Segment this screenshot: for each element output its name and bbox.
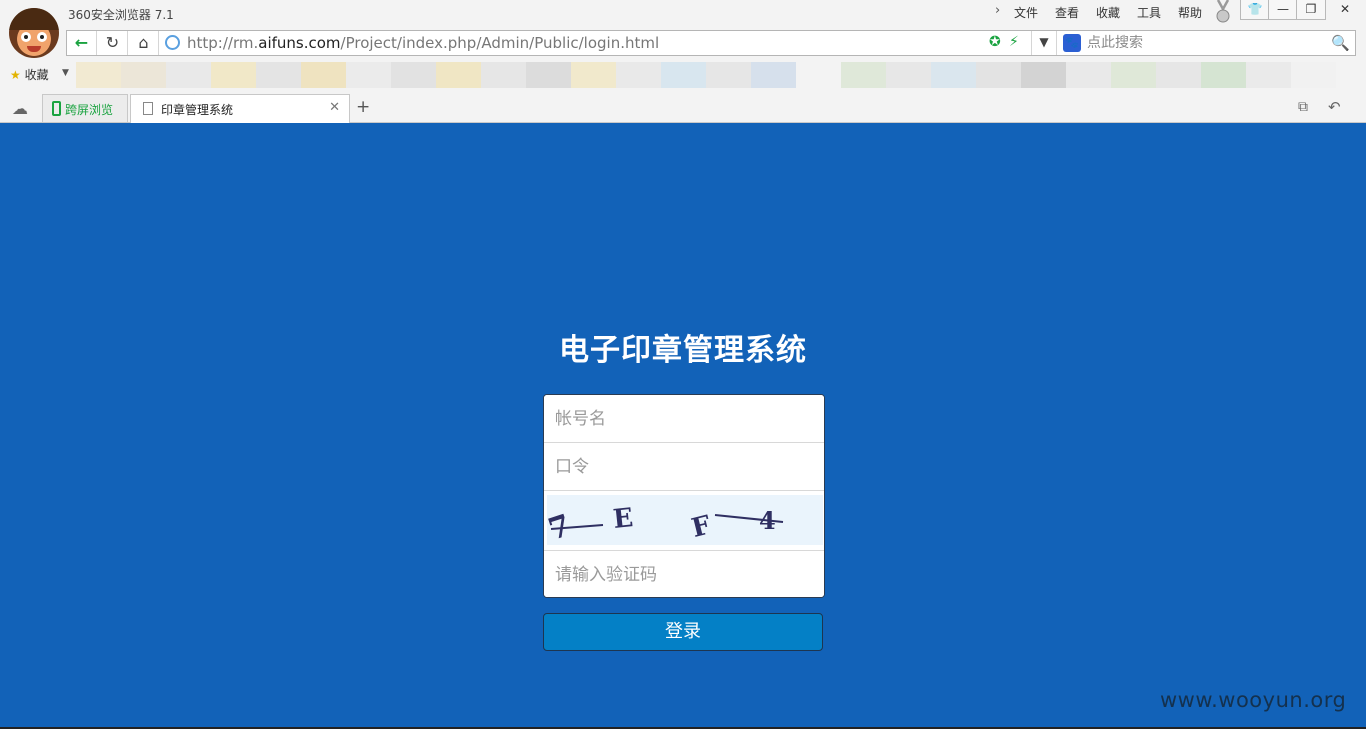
restore-tabs-icon[interactable]: ⧉ <box>1298 99 1308 115</box>
tab-label: 跨屏浏览 <box>65 103 114 117</box>
captcha-graphic: 7 E F 4 <box>544 503 784 548</box>
home-icon[interactable]: ⌂ <box>129 31 159 55</box>
baidu-paw-icon[interactable]: 🐾 <box>1063 34 1081 52</box>
username-input[interactable] <box>544 395 824 442</box>
back-arrow-icon[interactable]: ← <box>67 31 97 55</box>
address-bar: ← ↻ ⌂ http://rm.aifuns.com/Project/index… <box>66 30 1356 56</box>
menu-file[interactable]: 文件 <box>1014 4 1038 21</box>
menu-tools[interactable]: 工具 <box>1137 4 1161 21</box>
chevron-down-icon[interactable]: ▼ <box>62 68 69 78</box>
divider <box>544 490 824 491</box>
url-field[interactable]: http://rm.aifuns.com/Project/index.php/A… <box>187 34 659 52</box>
close-window-button[interactable]: ✕ <box>1324 0 1366 20</box>
plus-icon[interactable]: + <box>356 97 370 117</box>
captcha-char: F <box>689 510 715 544</box>
search-icon[interactable]: 🔍 <box>1331 34 1350 52</box>
browser-chrome: 360安全浏览器 7.1 › 文件 查看 收藏 工具 帮助 👕 — ❐ ✕ ← … <box>0 0 1366 123</box>
app-title: 360安全浏览器 7.1 <box>68 8 174 22</box>
globe-icon <box>165 35 180 50</box>
phone-icon <box>52 101 61 116</box>
captcha-input[interactable] <box>544 551 824 597</box>
document-icon <box>143 102 153 115</box>
password-input[interactable] <box>544 443 824 490</box>
favorites-items-blurred <box>76 62 1336 88</box>
user-avatar[interactable] <box>9 8 59 58</box>
menu-help[interactable]: 帮助 <box>1178 4 1202 21</box>
tab-cross-screen[interactable]: 跨屏浏览 <box>42 94 128 122</box>
medal-icon[interactable] <box>1213 0 1233 24</box>
favorites-bar: ★ 收藏 ▼ <box>0 62 1366 90</box>
url-prefix: http://rm. <box>187 34 259 52</box>
tab-label: 印章管理系统 <box>161 103 234 117</box>
restore-button[interactable]: ❐ <box>1296 0 1326 20</box>
menu-view[interactable]: 查看 <box>1055 4 1079 21</box>
chevron-right-icon[interactable]: › <box>995 3 1000 18</box>
url-domain: aifuns.com <box>258 34 341 52</box>
undo-icon[interactable]: ↶ <box>1328 98 1341 116</box>
search-input[interactable] <box>1087 33 1327 53</box>
speed-lightning-icon[interactable]: ⚡ <box>1009 34 1019 50</box>
url-path: /Project/index.php/Admin/Public/login.ht… <box>340 34 660 52</box>
menu-favorites[interactable]: 收藏 <box>1096 4 1120 21</box>
captcha-char: E <box>612 503 635 535</box>
minimize-button[interactable]: — <box>1268 0 1298 20</box>
captcha-char: 4 <box>759 506 776 535</box>
tab-seal-system[interactable]: 印章管理系统 ✕ <box>130 94 350 123</box>
cloud-icon[interactable]: ☁ <box>12 99 28 118</box>
tab-bar: ☁ 跨屏浏览 印章管理系统 ✕ + ⧉ ↶ <box>0 92 1366 123</box>
captcha-image[interactable]: 7 E F 4 <box>544 495 823 548</box>
close-icon[interactable]: ✕ <box>329 100 340 115</box>
security-shield-icon[interactable]: ✪ <box>989 34 1001 50</box>
chevron-down-icon[interactable]: ▼ <box>1031 31 1057 55</box>
skin-button[interactable]: 👕 <box>1240 0 1270 20</box>
favorites-label: 收藏 <box>24 68 49 82</box>
refresh-icon[interactable]: ↻ <box>98 31 128 55</box>
page-title: 电子印章管理系统 <box>559 333 807 368</box>
login-form: 7 E F 4 <box>543 394 825 598</box>
favorites-button[interactable]: ★ 收藏 <box>10 66 49 83</box>
star-icon: ★ <box>10 68 21 82</box>
login-button[interactable]: 登录 <box>543 613 823 651</box>
watermark: www.wooyun.org <box>1160 688 1347 712</box>
